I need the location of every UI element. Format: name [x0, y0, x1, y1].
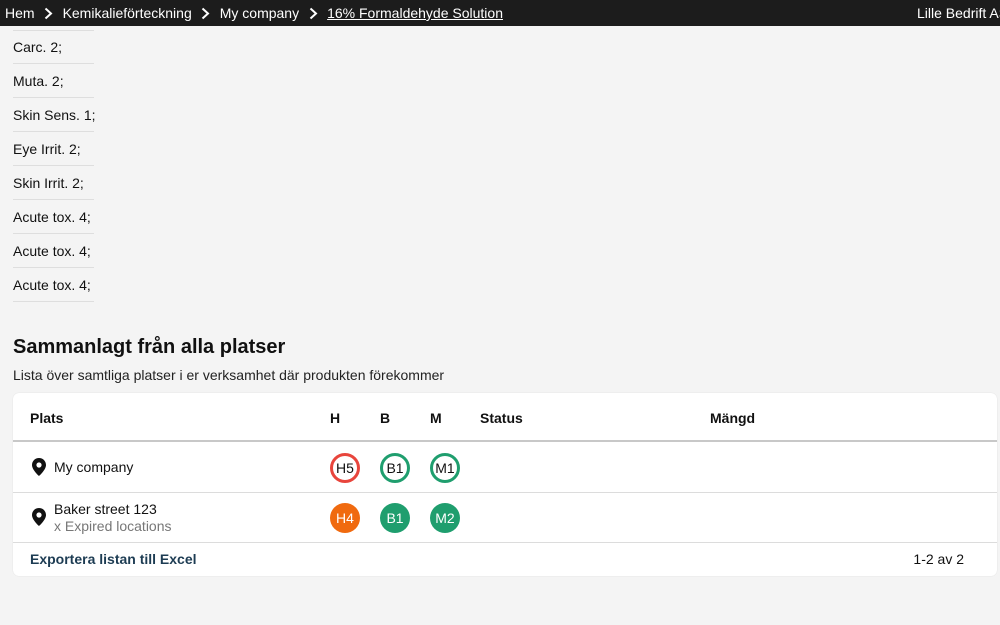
- chevron-right-icon: [192, 7, 220, 20]
- breadcrumb: Hem Kemikalieförteckning My company 16% …: [5, 0, 503, 26]
- column-header-mangd[interactable]: Mängd: [710, 410, 755, 426]
- column-header-h[interactable]: H: [330, 410, 340, 426]
- table-header: Plats H B M Status Mängd: [13, 393, 997, 442]
- table-row[interactable]: Baker street 123 x Expired locations H4 …: [13, 493, 997, 543]
- location-note: x Expired locations: [54, 518, 172, 534]
- section-title: Sammanlagt från alla platser: [13, 336, 286, 358]
- hazard-item: Muta. 2;: [13, 64, 94, 98]
- hazard-item: Carc. 2;: [13, 30, 94, 64]
- column-header-plats[interactable]: Plats: [30, 410, 63, 426]
- hazard-item: Eye Irrit. 2;: [13, 132, 94, 166]
- hazard-item: Acute tox. 4;: [13, 268, 94, 302]
- b-level-badge: B1: [380, 453, 410, 483]
- column-header-m[interactable]: M: [430, 410, 442, 426]
- column-header-b[interactable]: B: [380, 410, 390, 426]
- location-pin-icon: [32, 508, 46, 531]
- section-subtitle: Lista över samtliga platser i er verksam…: [13, 367, 445, 383]
- hazard-level-badge: H4: [330, 503, 360, 533]
- m-level-badge: M1: [430, 453, 460, 483]
- table-row[interactable]: My company H5 B1 M1: [13, 443, 997, 493]
- top-navigation-bar: Hem Kemikalieförteckning My company 16% …: [0, 0, 1000, 26]
- location-name[interactable]: My company: [54, 459, 133, 475]
- company-name[interactable]: Lille Bedrift AS: [917, 0, 1000, 26]
- column-header-status[interactable]: Status: [480, 410, 523, 426]
- hazard-item: Skin Irrit. 2;: [13, 166, 94, 200]
- chevron-right-icon: [299, 7, 327, 20]
- breadcrumb-chemical-register[interactable]: Kemikalieförteckning: [63, 5, 192, 21]
- hazard-classification-list: Carc. 2; Muta. 2; Skin Sens. 1; Eye Irri…: [13, 30, 96, 302]
- chevron-right-icon: [35, 7, 63, 20]
- locations-table: Plats H B M Status Mängd My company H5 B…: [13, 393, 997, 576]
- breadcrumb-home[interactable]: Hem: [5, 5, 35, 21]
- table-footer: Exportera listan till Excel 1-2 av 2: [13, 543, 997, 576]
- export-excel-link[interactable]: Exportera listan till Excel: [30, 551, 197, 567]
- pagination-info: 1-2 av 2: [913, 551, 964, 567]
- hazard-level-badge: H5: [330, 453, 360, 483]
- location-pin-icon: [32, 458, 46, 481]
- b-level-badge: B1: [380, 503, 410, 533]
- location-name[interactable]: Baker street 123: [54, 501, 157, 517]
- breadcrumb-product[interactable]: 16% Formaldehyde Solution: [327, 5, 503, 21]
- hazard-item: Skin Sens. 1;: [13, 98, 96, 132]
- hazard-item: Acute tox. 4;: [13, 234, 94, 268]
- breadcrumb-company[interactable]: My company: [220, 5, 299, 21]
- m-level-badge: M2: [430, 503, 460, 533]
- hazard-item: Acute tox. 4;: [13, 200, 94, 234]
